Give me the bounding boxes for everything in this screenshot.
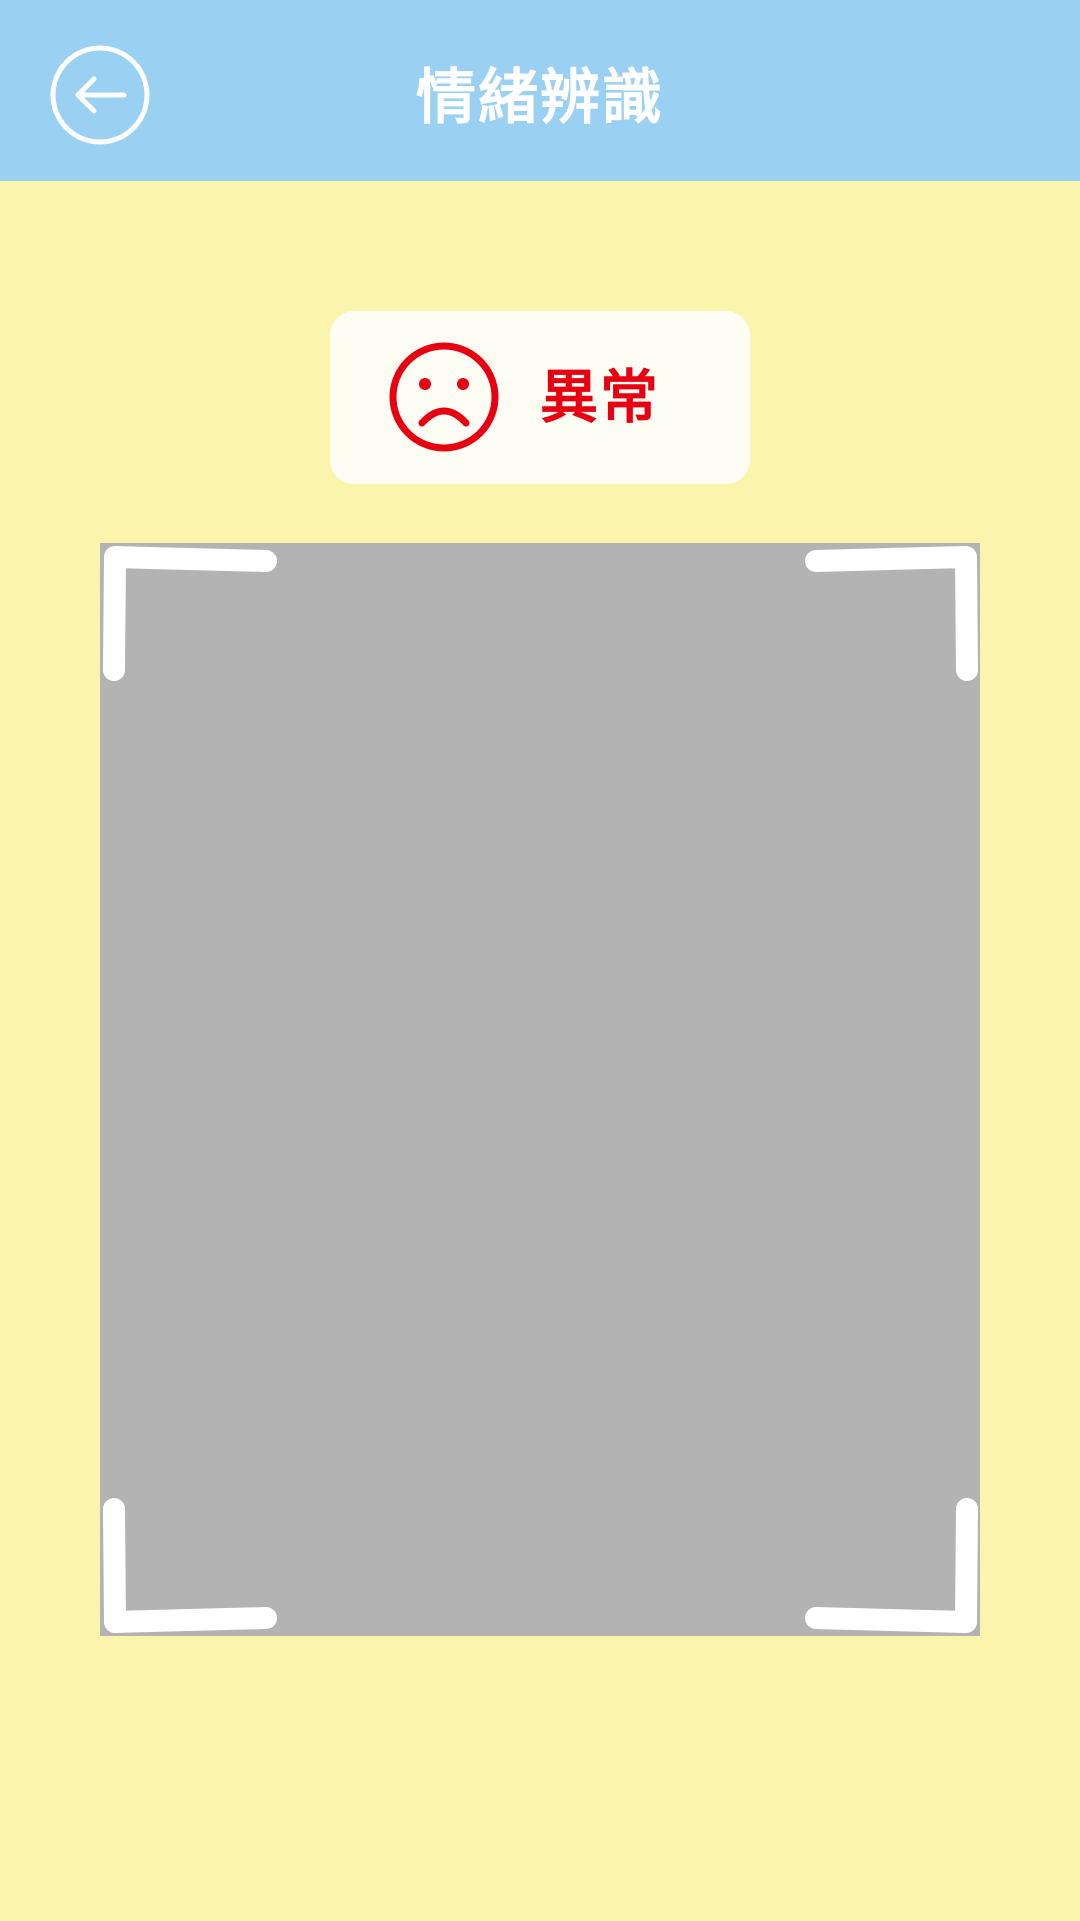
page-title: 情緒辨識 — [416, 63, 664, 133]
sad-face-icon — [388, 341, 500, 453]
top-bar: 情緒辨識 — [0, 0, 1080, 181]
emotion-status-label: 異常 — [540, 363, 661, 431]
emotion-status-card: 異常 — [330, 311, 750, 484]
scan-frame-corners-icon — [103, 546, 978, 1633]
camera-preview — [100, 543, 980, 1636]
